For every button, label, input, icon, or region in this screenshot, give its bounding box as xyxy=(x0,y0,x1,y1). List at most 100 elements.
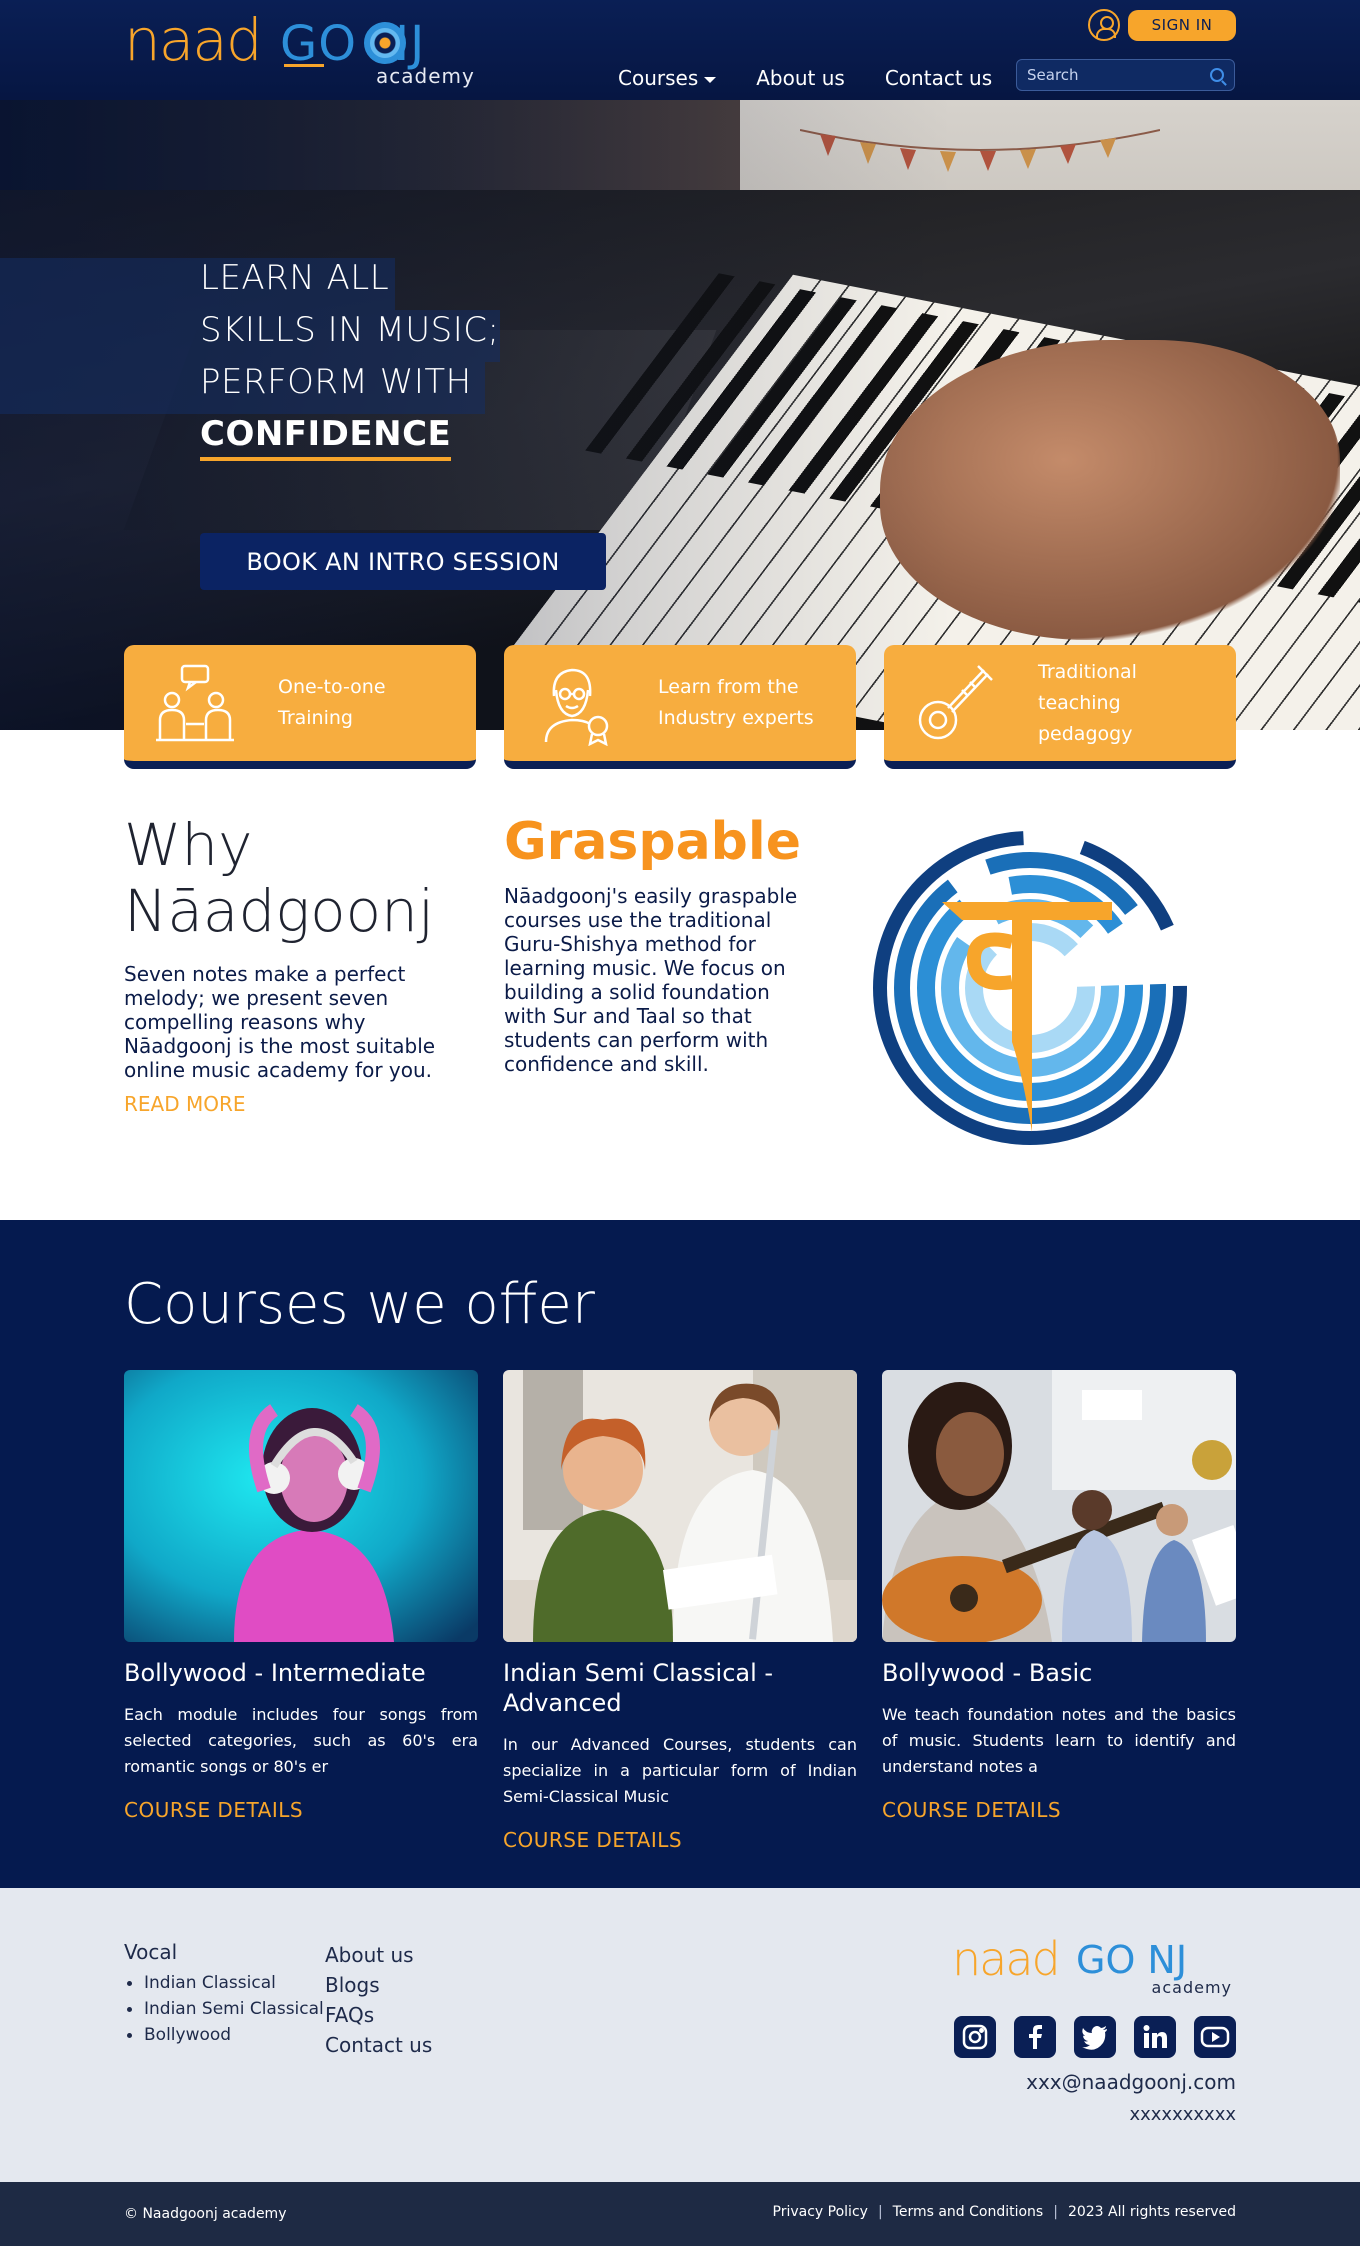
course-details-link[interactable]: COURSE DETAILS xyxy=(503,1828,857,1852)
course-card: Bollywood - Basic We teach foundation no… xyxy=(882,1370,1236,1822)
industry-expert-icon xyxy=(544,668,609,746)
nav-item-courses-label: Courses xyxy=(618,66,699,90)
footer-logo-academy: academy xyxy=(1151,1978,1232,1997)
book-intro-session-button[interactable]: BOOK AN INTRO SESSION xyxy=(200,533,606,590)
course-image[interactable] xyxy=(503,1370,857,1642)
search-input[interactable] xyxy=(1027,66,1210,84)
facebook-icon[interactable] xyxy=(1014,2016,1056,2058)
graspable-heading: Graspable xyxy=(504,812,801,872)
courses-heading: Courses we offer xyxy=(124,1272,595,1337)
youtube-icon[interactable] xyxy=(1194,2016,1236,2058)
signin-button[interactable]: SIGN IN xyxy=(1128,9,1236,41)
course-image-girl-headphones xyxy=(124,1370,478,1642)
footer-email[interactable]: xxx@naadgoonj.com xyxy=(1026,2070,1236,2094)
hero-line-4: CONFIDENCE xyxy=(200,411,452,461)
one-to-one-training-icon xyxy=(156,664,234,742)
signin-area: SIGN IN xyxy=(1088,9,1236,41)
course-image[interactable] xyxy=(882,1370,1236,1642)
feature-line: Industry experts xyxy=(658,707,814,729)
logo-underline xyxy=(284,64,324,67)
course-details-link[interactable]: COURSE DETAILS xyxy=(124,1798,478,1822)
why-description: Seven notes make a perfect melody; we pr… xyxy=(124,962,436,1082)
nav-item-contact[interactable]: Contact us xyxy=(885,66,992,90)
main-nav: Courses About us Contact us xyxy=(618,66,992,90)
nav-item-courses[interactable]: Courses xyxy=(618,66,717,90)
why-heading-line: Nāadgoonj xyxy=(124,877,434,945)
course-title: Bollywood - Intermediate xyxy=(124,1659,426,1687)
instagram-icon[interactable] xyxy=(954,2016,996,2058)
divider: | xyxy=(1053,2204,1058,2220)
site-logo[interactable]: naad GO NJ academy xyxy=(124,8,484,90)
user-icon[interactable] xyxy=(1088,9,1120,41)
hero-headline: LEARN ALL SKILLS IN MUSIC; PERFORM WITH … xyxy=(200,252,499,461)
footer-link-contact[interactable]: Contact us xyxy=(325,2030,432,2060)
graspable-description: Nāadgoonj's easily graspable courses use… xyxy=(504,884,798,1076)
course-description: In our Advanced Courses, students can sp… xyxy=(503,1735,857,1806)
social-links xyxy=(954,2016,1236,2058)
course-description: Each module includes four songs from sel… xyxy=(124,1705,478,1776)
footer-logo-goonj: GO NJ xyxy=(1076,1938,1188,1982)
read-more-link[interactable]: READ MORE xyxy=(124,1092,246,1116)
logo-naad-text: naad xyxy=(124,6,263,74)
footer-vocal-item[interactable]: Indian Semi Classical xyxy=(124,1996,324,2022)
course-details-link[interactable]: COURSE DETAILS xyxy=(882,1798,1236,1822)
divider: | xyxy=(877,2204,883,2220)
sitar-icon xyxy=(918,665,993,740)
footer-link-blogs[interactable]: Blogs xyxy=(325,1970,432,2000)
feature-line: Traditional xyxy=(1038,660,1137,683)
footer-vocal-item[interactable]: Indian Classical xyxy=(124,1970,324,1996)
legal-links: Privacy Policy | Terms and Conditions | … xyxy=(773,2204,1236,2220)
why-heading: Why Nāadgoonj xyxy=(124,812,434,944)
footer-vocal-column: Vocal Indian Classical Indian Semi Class… xyxy=(124,1940,324,2048)
bottom-bar: © Naadgoonj academy Privacy Policy | Ter… xyxy=(0,2182,1360,2246)
footer-vocal-heading[interactable]: Vocal xyxy=(124,1940,177,1964)
site-footer: Vocal Indian Classical Indian Semi Class… xyxy=(0,1888,1360,2182)
search-icon[interactable] xyxy=(1210,68,1224,82)
feature-cards: One-to-one Training Learn from the Indus… xyxy=(124,645,1236,769)
rights-text: 2023 All rights reserved xyxy=(1067,2204,1236,2220)
feature-text: One-to-one Training xyxy=(278,672,386,734)
footer-vocal-list: Indian Classical Indian Semi Classical B… xyxy=(124,1970,324,2048)
hero-line-3: PERFORM WITH xyxy=(200,362,472,402)
feature-card-industry-experts: Learn from the Industry experts xyxy=(504,645,856,769)
caret-down-icon xyxy=(704,76,717,83)
terms-link[interactable]: Terms and Conditions xyxy=(893,2204,1044,2220)
linkedin-icon[interactable] xyxy=(1134,2016,1176,2058)
course-image-guitar-class xyxy=(882,1370,1236,1642)
course-image[interactable] xyxy=(124,1370,478,1642)
course-card: Bollywood - Intermediate Each module inc… xyxy=(124,1370,478,1822)
hero-line-2: SKILLS IN MUSIC; xyxy=(200,310,500,350)
search-box xyxy=(1016,59,1235,91)
course-title: Bollywood - Basic xyxy=(882,1659,1093,1687)
logo-disc-icon xyxy=(364,22,406,64)
footer-link-about[interactable]: About us xyxy=(325,1940,432,1970)
naadgoonj-emblem-icon xyxy=(873,831,1187,1145)
feature-card-one-to-one: One-to-one Training xyxy=(124,645,476,769)
course-card: Indian Semi Classical - Advanced In our … xyxy=(503,1370,857,1852)
why-heading-line: Why xyxy=(124,811,253,879)
footer-logo[interactable]: naad GO NJ academy xyxy=(952,1932,1237,2000)
course-image-flute-lesson xyxy=(503,1370,857,1642)
feature-line: One-to-one xyxy=(278,676,386,698)
footer-phone: xxxxxxxxxx xyxy=(1129,2104,1236,2125)
site-header: naad GO NJ academy SIGN IN Courses About… xyxy=(0,0,1360,100)
feature-line: Learn from the xyxy=(658,676,799,698)
courses-section: Courses we offer Bollywood - Intermediat… xyxy=(0,1220,1360,1888)
feature-text: Traditional teaching pedagogy xyxy=(1038,657,1208,750)
privacy-policy-link[interactable]: Privacy Policy xyxy=(773,2204,868,2220)
copyright-text: © Naadgoonj academy xyxy=(124,2206,287,2222)
logo-academy-text: academy xyxy=(376,64,475,88)
feature-line: teaching pedagogy xyxy=(1038,691,1133,745)
feature-text: Learn from the Industry experts xyxy=(658,672,814,734)
course-description: We teach foundation notes and the basics… xyxy=(882,1705,1236,1776)
feature-line: Training xyxy=(278,707,353,729)
twitter-icon[interactable] xyxy=(1074,2016,1116,2058)
footer-vocal-item[interactable]: Bollywood xyxy=(124,2022,324,2048)
course-title: Indian Semi Classical - Advanced xyxy=(503,1659,774,1717)
feature-card-pedagogy: Traditional teaching pedagogy xyxy=(884,645,1236,769)
nav-item-about[interactable]: About us xyxy=(756,66,845,90)
footer-links-column: About us Blogs FAQs Contact us xyxy=(325,1940,432,2060)
hero-banner: LEARN ALL SKILLS IN MUSIC; PERFORM WITH … xyxy=(0,100,1360,730)
footer-link-faqs[interactable]: FAQs xyxy=(325,2000,432,2030)
hero-line-1: LEARN ALL xyxy=(200,258,390,298)
